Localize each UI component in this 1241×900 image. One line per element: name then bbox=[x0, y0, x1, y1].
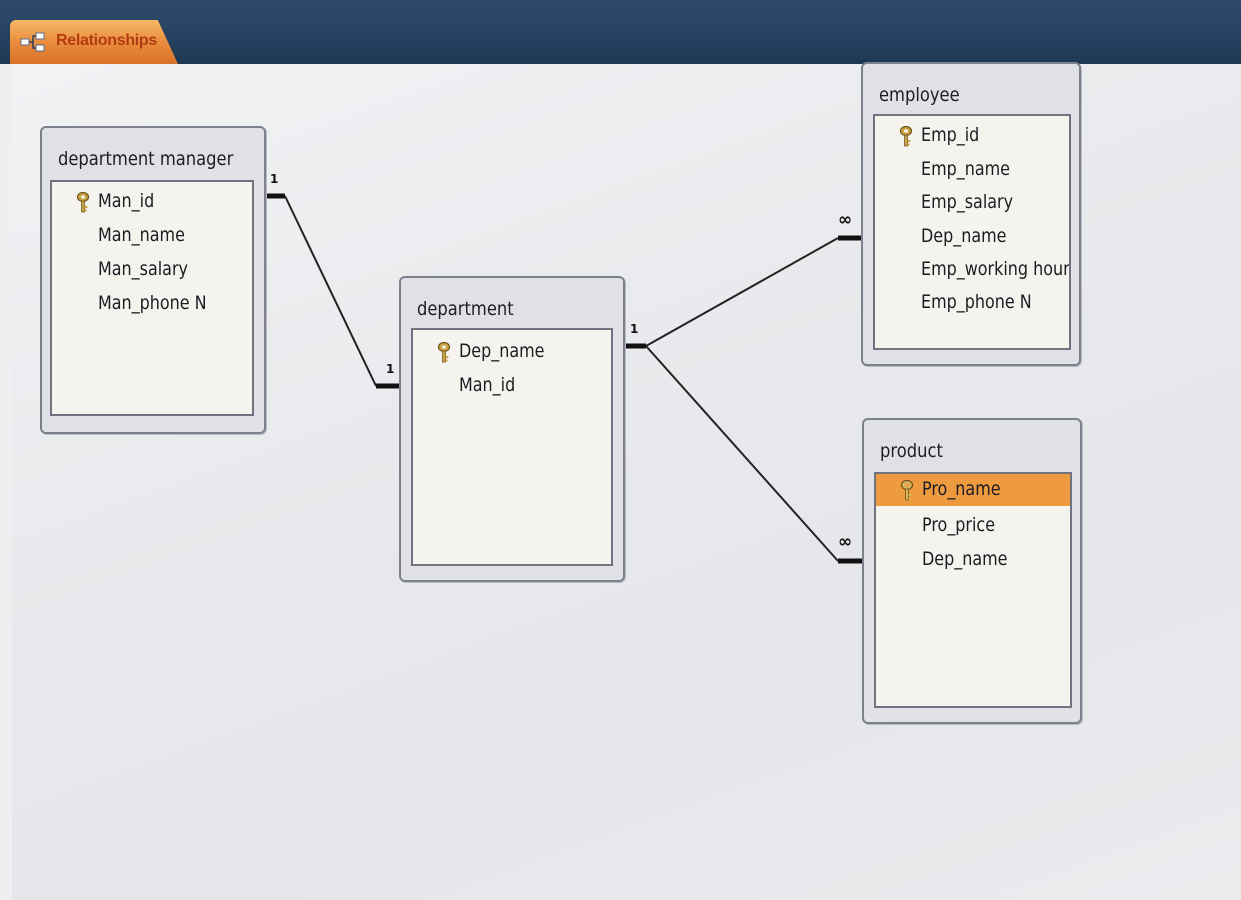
field-row[interactable]: Emp_salary bbox=[875, 187, 1069, 219]
cardinality-label: ∞ bbox=[838, 210, 852, 230]
field-row[interactable]: Emp_id bbox=[875, 120, 1069, 152]
cardinality-label: 1 bbox=[270, 172, 279, 186]
table-title: department manager bbox=[58, 148, 234, 170]
field-row[interactable]: Emp_working hour bbox=[875, 254, 1069, 286]
primary-key-icon bbox=[76, 192, 90, 213]
table-employee[interactable]: employee Emp_id Emp_name Emp_salary Dep_… bbox=[861, 62, 1081, 366]
table-title: product bbox=[880, 440, 943, 462]
field-row[interactable]: Emp_name bbox=[875, 154, 1069, 186]
tab-relationships[interactable]: Relationships bbox=[10, 20, 178, 64]
table-department[interactable]: department Dep_name Man_id bbox=[399, 276, 625, 582]
field-row[interactable]: Pro_price bbox=[876, 510, 1070, 542]
field-name: Man_salary bbox=[98, 258, 188, 280]
cardinality-label: 1 bbox=[386, 362, 395, 376]
field-list[interactable]: Dep_name Man_id bbox=[411, 328, 613, 566]
field-name: Emp_phone N bbox=[921, 291, 1032, 313]
primary-key-icon bbox=[900, 480, 914, 501]
field-list[interactable]: Emp_id Emp_name Emp_salary Dep_name Emp_… bbox=[873, 114, 1071, 350]
table-title: department bbox=[417, 298, 514, 320]
field-name: Man_phone N bbox=[98, 292, 207, 314]
relationships-window: Relationships 1 1 1 ∞ ∞ department manag… bbox=[0, 0, 1241, 900]
field-row[interactable]: Man_name bbox=[52, 220, 252, 252]
tab-label: Relationships bbox=[56, 32, 158, 49]
field-row[interactable]: Man_id bbox=[52, 186, 252, 218]
cardinality-label: ∞ bbox=[838, 532, 852, 552]
field-name: Dep_name bbox=[459, 340, 545, 362]
table-product[interactable]: product Pro_name Pro_price Dep_name bbox=[862, 418, 1082, 724]
relationships-icon bbox=[20, 32, 45, 52]
field-row-selected[interactable]: Pro_name bbox=[876, 474, 1070, 506]
field-name: Emp_salary bbox=[921, 191, 1014, 213]
field-row[interactable]: Dep_name bbox=[875, 221, 1069, 253]
field-row[interactable]: Man_id bbox=[413, 370, 611, 402]
field-row[interactable]: Man_salary bbox=[52, 254, 252, 286]
table-department-manager[interactable]: department manager Man_id Man_name Man_s… bbox=[40, 126, 266, 434]
field-name: Emp_working hour bbox=[921, 258, 1070, 280]
field-row[interactable]: Dep_name bbox=[876, 544, 1070, 576]
field-name: Man_name bbox=[98, 224, 185, 246]
field-name: Man_id bbox=[98, 190, 155, 212]
field-name: Emp_id bbox=[921, 124, 980, 146]
field-row[interactable]: Dep_name bbox=[413, 336, 611, 368]
field-name: Dep_name bbox=[922, 548, 1008, 570]
primary-key-icon bbox=[899, 126, 913, 147]
field-name: Man_id bbox=[459, 374, 516, 396]
primary-key-icon bbox=[437, 342, 451, 363]
field-name: Pro_price bbox=[922, 514, 996, 536]
field-name: Emp_name bbox=[921, 158, 1011, 180]
cardinality-label: 1 bbox=[630, 322, 639, 336]
field-list[interactable]: Pro_name Pro_price Dep_name bbox=[874, 472, 1072, 708]
table-title: employee bbox=[879, 84, 960, 106]
field-name: Pro_name bbox=[922, 478, 1001, 500]
field-list[interactable]: Man_id Man_name Man_salary Man_phone N bbox=[50, 180, 254, 416]
field-name: Dep_name bbox=[921, 225, 1007, 247]
field-row[interactable]: Man_phone N bbox=[52, 288, 252, 320]
document-tab-strip: Relationships bbox=[0, 0, 1241, 64]
field-row[interactable]: Emp_phone N bbox=[875, 287, 1069, 319]
